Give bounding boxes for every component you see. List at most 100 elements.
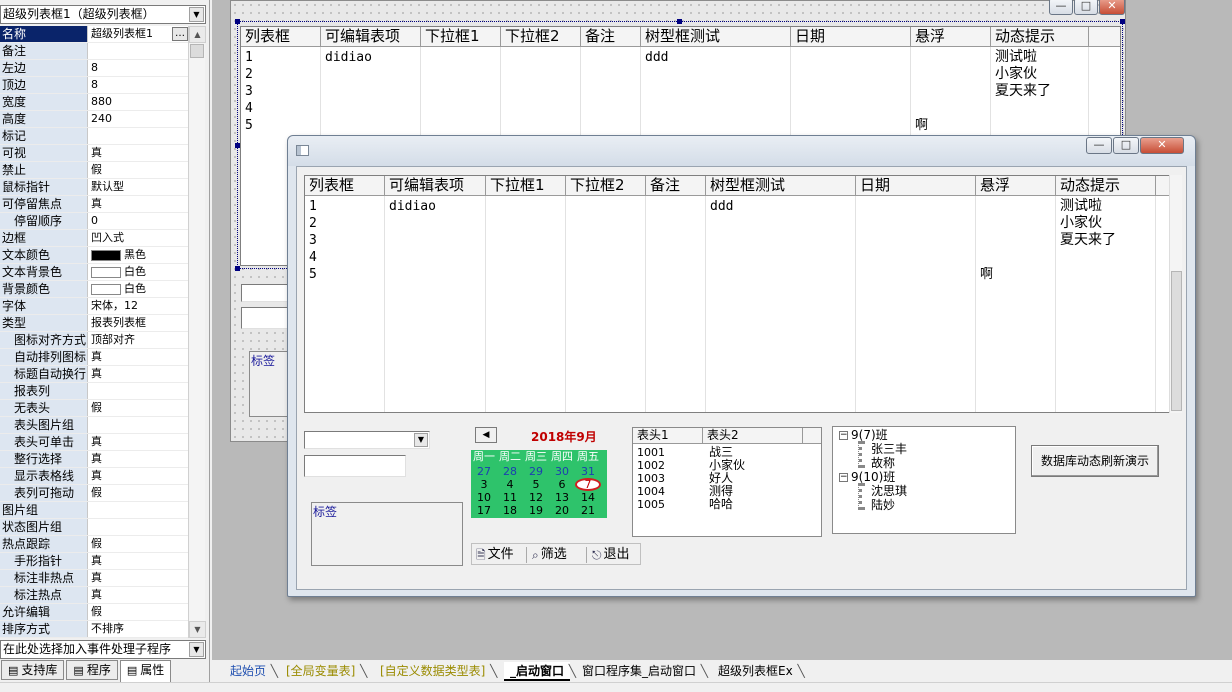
property-row[interactable]: 标注热点真: [0, 587, 188, 604]
property-row[interactable]: 表头可单击真: [0, 434, 188, 451]
scroll-thumb[interactable]: [190, 44, 204, 58]
table-row[interactable]: 4: [241, 100, 1120, 117]
calendar-day[interactable]: 1: [601, 465, 607, 478]
scroll-down-icon[interactable]: ▼: [189, 621, 206, 638]
grid-column-header[interactable]: 动态提示: [1056, 176, 1156, 195]
minimize-icon[interactable]: —: [1086, 137, 1112, 154]
property-row[interactable]: 报表列: [0, 383, 188, 400]
property-value[interactable]: 8: [88, 77, 188, 93]
resize-handle[interactable]: [677, 19, 682, 24]
property-row[interactable]: 显示表格线真: [0, 468, 188, 485]
grid-column-header[interactable]: 下拉框1: [486, 176, 566, 195]
table-row[interactable]: 1 didiao ddd 测试啦: [305, 198, 1181, 215]
toolbar-item-2[interactable]: ⎋ 退出: [592, 544, 630, 566]
table-row[interactable]: 3 夏天来了: [305, 232, 1181, 249]
property-value[interactable]: 0: [88, 213, 188, 229]
calendar-day[interactable]: 18: [497, 504, 523, 517]
property-value[interactable]: 真: [88, 434, 188, 450]
list-column-header[interactable]: 表头1: [633, 428, 703, 443]
property-value[interactable]: [88, 43, 188, 59]
calendar-day[interactable]: 27: [471, 465, 497, 478]
tree-leaf[interactable]: 陆妙: [871, 499, 895, 512]
property-row[interactable]: 图片组: [0, 502, 188, 519]
property-row[interactable]: 边框 凹入式: [0, 230, 188, 247]
color-swatch[interactable]: [91, 283, 121, 295]
property-row[interactable]: 排序方式 不排序: [0, 621, 188, 638]
property-value[interactable]: 真: [88, 553, 188, 569]
chevron-down-icon[interactable]: ▼: [189, 642, 204, 657]
property-row[interactable]: 图标对齐方式 顶部对齐: [0, 332, 188, 349]
color-swatch[interactable]: [91, 266, 121, 278]
property-row[interactable]: 鼠标指针 默认型: [0, 179, 188, 196]
property-value[interactable]: 880: [88, 94, 188, 110]
page-tab[interactable]: [全局变量表] ╲: [280, 662, 367, 681]
ellipsis-button[interactable]: …: [172, 27, 188, 41]
dropdown-combo[interactable]: ▼: [304, 431, 430, 449]
close-icon[interactable]: ✕: [1140, 137, 1184, 154]
resize-handle[interactable]: [235, 19, 240, 24]
property-row[interactable]: 可视真: [0, 145, 188, 162]
calendar-day[interactable]: 31: [575, 465, 601, 478]
panel-tab[interactable]: ▤ 属性: [119, 660, 172, 682]
grid-column-header[interactable]: 备注: [581, 27, 641, 46]
page-tab[interactable]: [自定义数据类型表] ╲: [374, 662, 497, 681]
property-value[interactable]: 8: [88, 60, 188, 76]
grid-column-header[interactable]: 悬浮: [911, 27, 991, 46]
calendar-day[interactable]: 14: [575, 491, 601, 504]
grid-column-header[interactable]: 备注: [646, 176, 706, 195]
property-row[interactable]: 手形指针真: [0, 553, 188, 570]
grid-column-header[interactable]: 下拉框1: [421, 27, 501, 46]
calendar-day[interactable]: 29: [523, 465, 549, 478]
grid-column-header[interactable]: 悬浮: [976, 176, 1056, 195]
tree-leaf[interactable]: 张三丰: [871, 443, 907, 456]
calendar[interactable]: 周一周二周三周四周五周27282930311345671011121314171…: [471, 450, 607, 518]
property-value[interactable]: 不排序: [88, 621, 188, 637]
table-row[interactable]: 2 小家伙: [241, 66, 1120, 83]
list-column-header[interactable]: 表头2: [703, 428, 803, 443]
property-value[interactable]: 凹入式: [88, 230, 188, 246]
toolbar-item-0[interactable]: 🗎 文件: [476, 544, 514, 566]
panel-tab[interactable]: ▤ 程序: [66, 660, 118, 680]
page-tab[interactable]: 超级列表框Ex ╲: [712, 662, 805, 681]
calendar-day[interactable]: 19: [523, 504, 549, 517]
property-value[interactable]: [88, 417, 188, 433]
class-tree[interactable]: −9(7)班 张三丰 故称 −9(10)班 沈思琪 陆妙: [832, 426, 1016, 534]
property-row[interactable]: 顶边 8: [0, 77, 188, 94]
grid-column-header[interactable]: 日期: [791, 27, 911, 46]
property-value[interactable]: 顶部对齐: [88, 332, 188, 348]
calendar-day[interactable]: 6: [549, 478, 575, 491]
table-row[interactable]: 3 夏天来了: [241, 83, 1120, 100]
calendar-day[interactable]: 5: [523, 478, 549, 491]
resize-handle[interactable]: [235, 266, 240, 271]
panel-tab[interactable]: ▤ 支持库: [1, 660, 65, 680]
property-row[interactable]: 热点跟踪假: [0, 536, 188, 553]
property-row[interactable]: 类型 报表列表框: [0, 315, 188, 332]
page-tab[interactable]: 窗口程序集_启动窗口 ╲: [576, 662, 708, 681]
property-value[interactable]: 报表列表框: [88, 315, 188, 331]
window-titlebar[interactable]: — □ ✕: [288, 136, 1195, 166]
property-scrollbar[interactable]: ▲ ▼: [188, 26, 206, 638]
toolbar-item-1[interactable]: ⌕ 筛选: [532, 544, 567, 566]
property-row[interactable]: 可停留焦点真: [0, 196, 188, 213]
property-value[interactable]: [88, 128, 188, 144]
property-value[interactable]: 真: [88, 468, 188, 484]
table-row[interactable]: 5啊: [305, 266, 1181, 283]
property-value[interactable]: 假: [88, 536, 188, 552]
property-row[interactable]: 名称 超级列表框1…: [0, 26, 188, 43]
object-selector[interactable]: 超级列表框1（超级列表框） ▼: [0, 5, 206, 24]
property-value[interactable]: 宋体，12: [88, 298, 188, 314]
scroll-thumb[interactable]: [1171, 271, 1182, 411]
grid-column-header[interactable]: 下拉框2: [566, 176, 646, 195]
property-value[interactable]: 真: [88, 451, 188, 467]
tree-collapse-icon[interactable]: −: [839, 431, 848, 440]
maximize-icon[interactable]: □: [1074, 0, 1098, 15]
edit-box[interactable]: [304, 455, 406, 477]
calendar-day[interactable]: 11: [497, 491, 523, 504]
property-value[interactable]: 白色: [88, 264, 188, 280]
property-value[interactable]: 白色: [88, 281, 188, 297]
calendar-day[interactable]: 4: [497, 478, 523, 491]
chevron-down-icon[interactable]: ▼: [414, 433, 428, 447]
color-swatch[interactable]: [91, 249, 121, 261]
property-row[interactable]: 备注: [0, 43, 188, 60]
property-row[interactable]: 高度 240: [0, 111, 188, 128]
